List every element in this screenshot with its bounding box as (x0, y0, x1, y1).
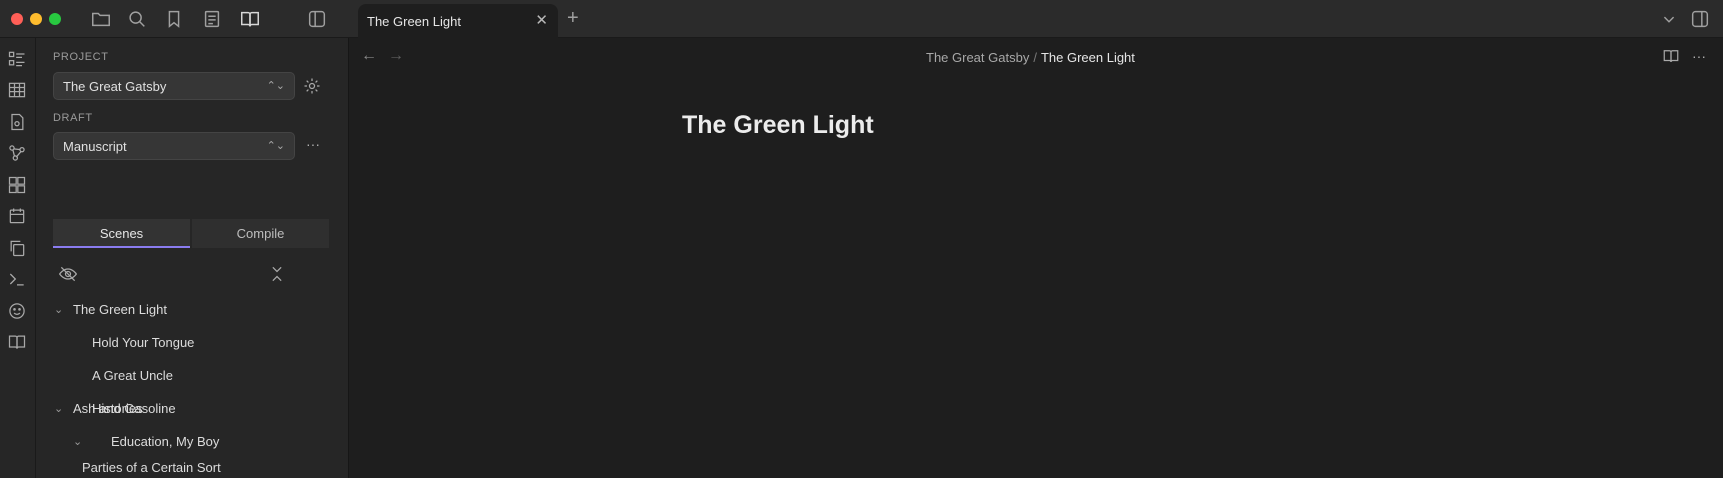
chevron-down-icon[interactable] (1658, 8, 1680, 30)
scene-item[interactable]: Histories (92, 401, 143, 416)
eye-off-icon[interactable] (58, 264, 78, 284)
collapse-all-icon[interactable] (267, 264, 287, 284)
draft-label: DRAFT (53, 112, 93, 124)
terminal-icon[interactable] (7, 269, 27, 289)
select-chevron-icon: ⌃⌄ (266, 140, 285, 152)
project-select[interactable]: The Great Gatsby ⌃⌄ (53, 72, 295, 100)
longform-sidebar: PROJECT The Great Gatsby ⌃⌄ DRAFT Manusc… (36, 38, 349, 478)
draft-select-value: Manuscript (63, 139, 127, 154)
folder-icon[interactable] (90, 8, 112, 30)
document-title[interactable]: The Green Light (682, 111, 874, 140)
right-sidebar-toggle-icon[interactable] (1689, 8, 1711, 30)
table-icon[interactable] (7, 80, 27, 100)
ribbon (0, 38, 36, 478)
new-tab-button[interactable]: + (567, 8, 579, 28)
title-bar: The Green Light ✕ + (0, 0, 1723, 38)
chevron-down-icon[interactable]: ⌄ (54, 303, 63, 316)
breadcrumb-current[interactable]: The Green Light (1041, 50, 1135, 65)
breadcrumb-separator: / (1033, 50, 1037, 65)
close-window-button[interactable] (11, 13, 23, 25)
document-icon[interactable] (201, 8, 223, 30)
tab-close-icon[interactable]: ✕ (535, 13, 548, 28)
select-chevron-icon: ⌃⌄ (266, 80, 285, 92)
calendar-icon[interactable] (7, 206, 27, 226)
canvas-icon[interactable] (7, 175, 27, 195)
scene-item[interactable]: Education, My Boy (111, 434, 219, 449)
chevron-down-icon[interactable]: ⌄ (54, 402, 63, 415)
tab-scenes[interactable]: Scenes (53, 219, 190, 248)
project-label: PROJECT (53, 51, 109, 63)
project-select-value: The Great Gatsby (63, 79, 167, 94)
chevron-down-icon[interactable]: ⌄ (73, 435, 82, 448)
zoom-window-button[interactable] (49, 13, 61, 25)
editor-pane: ← → The Great Gatsby / The Green Light ···… (350, 38, 1723, 478)
more-options-button[interactable]: ··· (1692, 48, 1710, 66)
search-icon[interactable] (126, 8, 148, 30)
forward-button[interactable]: → (388, 47, 404, 65)
breadcrumb-parent[interactable]: The Great Gatsby (926, 50, 1029, 65)
scene-item[interactable]: A Great Uncle (92, 368, 173, 383)
book-icon[interactable] (239, 8, 261, 30)
tab-label: The Green Light (367, 14, 461, 29)
breadcrumb: The Great Gatsby / The Green Light (926, 50, 1135, 65)
bookmark-icon[interactable] (163, 8, 185, 30)
reading-view-icon[interactable] (1662, 47, 1680, 65)
scene-item[interactable]: Hold Your Tongue (92, 335, 194, 350)
scene-item[interactable]: Parties of a Certain Sort (82, 460, 221, 475)
outline-icon[interactable] (7, 49, 27, 69)
gear-icon[interactable] (302, 76, 322, 96)
minimize-window-button[interactable] (30, 13, 42, 25)
scene-item[interactable]: The Green Light (73, 302, 167, 317)
draft-select[interactable]: Manuscript ⌃⌄ (53, 132, 295, 160)
copy-icon[interactable] (7, 238, 27, 258)
sidebar-toggle-icon[interactable] (306, 8, 328, 30)
graph-icon[interactable] (7, 143, 27, 163)
tab-the-green-light[interactable]: The Green Light ✕ (358, 4, 558, 38)
smiley-icon[interactable] (7, 301, 27, 321)
file-settings-icon[interactable] (7, 112, 27, 132)
more-options-button[interactable]: ··· (306, 136, 326, 156)
tab-compile[interactable]: Compile (192, 219, 329, 248)
book-open-icon[interactable] (7, 332, 27, 352)
back-button[interactable]: ← (361, 47, 377, 65)
